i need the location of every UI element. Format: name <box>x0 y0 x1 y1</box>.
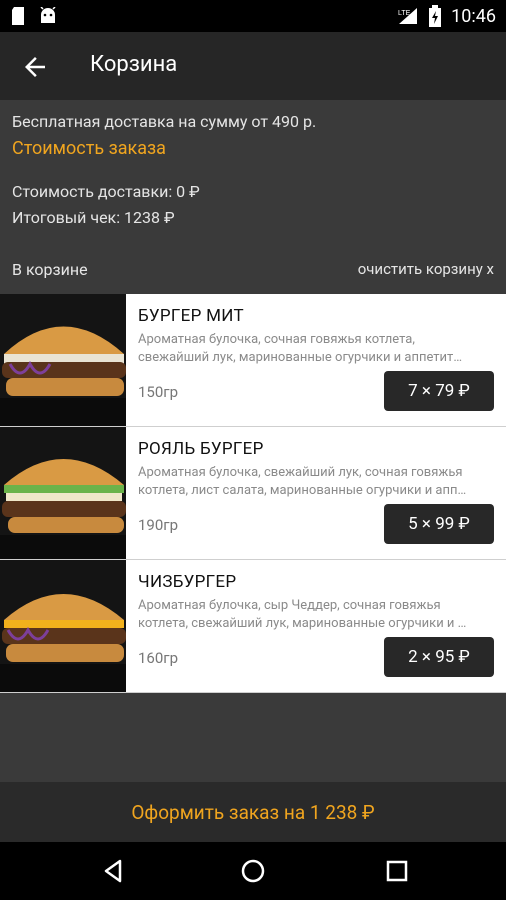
status-bar: LTE 10:46 <box>0 0 506 32</box>
back-arrow-icon[interactable] <box>20 52 50 82</box>
item-description: Ароматная булочка, сыр Чеддер, сочная го… <box>138 598 467 631</box>
item-weight: 190гр <box>138 516 179 534</box>
burger-image <box>0 294 126 426</box>
svg-text:LTE: LTE <box>398 10 411 17</box>
checkout-button[interactable]: Оформить заказ на 1 238 ₽ <box>0 782 506 842</box>
page-title: Корзина <box>90 52 178 77</box>
status-time: 10:46 <box>451 5 496 27</box>
back-triangle-icon[interactable] <box>98 856 128 886</box>
battery-charging-icon <box>429 5 442 27</box>
app-bar: Корзина <box>0 32 506 100</box>
total-check: Итоговый чек: 1238 ₽ <box>12 208 175 227</box>
item-name: ЧИЗБУРГЕР <box>138 572 237 592</box>
item-weight: 160гр <box>138 649 179 667</box>
burger-image <box>0 560 126 692</box>
cart-header: В корзине очистить корзину x <box>12 260 494 282</box>
item-name: РОЯЛЬ БУРГЕР <box>138 439 264 459</box>
item-description: Ароматная булочка, сочная говяжья котлет… <box>138 332 463 365</box>
delivery-cost: Стоимость доставки: 0 ₽ <box>12 182 200 201</box>
cart-item[interactable]: РОЯЛЬ БУРГЕР Ароматная булочка, свежайши… <box>0 427 506 560</box>
signal-icon: LTE <box>398 8 418 24</box>
item-description: Ароматная булочка, свежайший лук, сочная… <box>138 465 467 498</box>
quantity-price-button[interactable]: 7 × 79 ₽ <box>384 371 494 411</box>
cart-heading: В корзине <box>12 260 88 279</box>
sd-card-icon <box>12 7 24 25</box>
order-info: Бесплатная доставка на сумму от 490 р. С… <box>12 112 492 234</box>
burger-image <box>0 427 126 559</box>
android-icon <box>40 7 56 23</box>
cart-item[interactable]: ЧИЗБУРГЕР Ароматная булочка, сыр Чеддер,… <box>0 560 506 693</box>
clear-cart-button[interactable]: очистить корзину x <box>358 260 494 278</box>
home-circle-icon[interactable] <box>238 856 268 886</box>
quantity-price-button[interactable]: 5 × 99 ₽ <box>384 504 494 544</box>
cart-items: БУРГЕР МИТ Ароматная булочка, сочная гов… <box>0 294 506 693</box>
navigation-bar <box>0 842 506 900</box>
recents-square-icon[interactable] <box>382 856 412 886</box>
item-name: БУРГЕР МИТ <box>138 306 244 326</box>
free-delivery-note: Бесплатная доставка на сумму от 490 р. <box>12 112 317 131</box>
cart-item[interactable]: БУРГЕР МИТ Ароматная булочка, сочная гов… <box>0 294 506 427</box>
order-cost-link[interactable]: Стоимость заказа <box>12 138 492 168</box>
quantity-price-button[interactable]: 2 × 95 ₽ <box>384 637 494 677</box>
item-weight: 150гр <box>138 383 179 401</box>
